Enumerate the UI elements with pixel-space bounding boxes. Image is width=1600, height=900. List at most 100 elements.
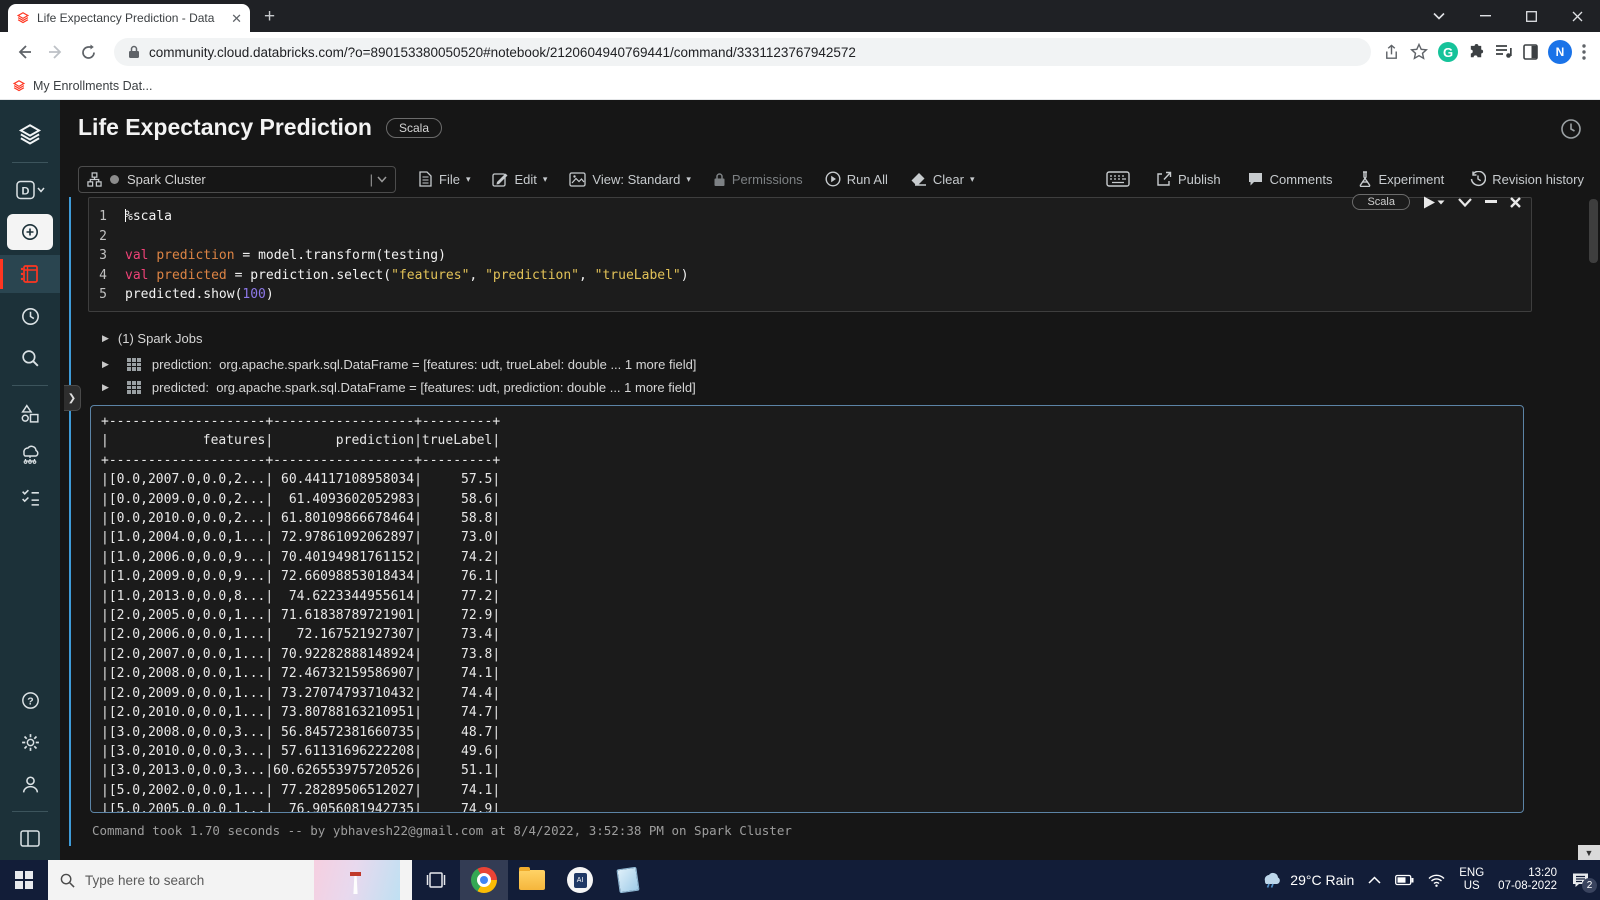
clear-menu[interactable]: Clear ▾	[910, 172, 975, 187]
taskbar-weather[interactable]: 29°C Rain	[1260, 871, 1354, 889]
playlist-extension-icon[interactable]	[1495, 44, 1513, 60]
https-lock-icon	[129, 45, 139, 58]
profile-avatar[interactable]: N	[1548, 40, 1572, 64]
extensions-puzzle-icon[interactable]	[1468, 43, 1485, 61]
cluster-dropdown[interactable]: |	[370, 172, 387, 187]
scrollbar-down-arrow[interactable]: ▼	[1578, 845, 1600, 860]
sidebar-item-create[interactable]	[0, 213, 60, 251]
experiment-flask-icon	[1360, 171, 1371, 187]
address-bar[interactable]: community.cloud.databricks.com/?o=890153…	[114, 38, 1371, 66]
notification-badge: 2	[1582, 877, 1597, 893]
schedule-clock-icon[interactable]	[1560, 118, 1582, 140]
cell-minimize-icon[interactable]	[1485, 200, 1497, 204]
taskbar-search-box[interactable]: Type here to search	[48, 860, 412, 900]
publish-button[interactable]: Publish	[1156, 171, 1221, 187]
run-all-button[interactable]: Run All	[825, 171, 888, 187]
notebook-main: Life Expectancy Prediction Scala Spark C…	[60, 100, 1600, 860]
bookmark-item[interactable]: My Enrollments Dat...	[33, 79, 152, 93]
browser-menu-kebab-icon[interactable]	[1582, 44, 1586, 60]
task-view-button[interactable]	[412, 860, 460, 900]
notebook-scrollbar[interactable]	[1587, 197, 1598, 860]
code-line[interactable]: 5 predicted.show(100)	[89, 285, 1531, 305]
sidebar-collapse-panel-icon[interactable]	[0, 820, 60, 858]
sidebar-item-search[interactable]	[0, 339, 60, 377]
reload-icon[interactable]	[74, 38, 102, 66]
code-line[interactable]: 2	[89, 227, 1531, 247]
bookmark-star-icon[interactable]	[1410, 43, 1428, 61]
forward-icon[interactable]	[42, 38, 70, 66]
close-button[interactable]	[1554, 0, 1600, 32]
cell-language-badge[interactable]: Scala	[1352, 194, 1410, 210]
cell-run-icon[interactable]	[1423, 196, 1445, 209]
minimize-button[interactable]	[1462, 0, 1508, 32]
sidebar-extension-icon[interactable]	[1523, 44, 1538, 60]
language-indicator[interactable]: ENG US	[1459, 867, 1484, 893]
file-menu[interactable]: File ▾	[418, 171, 470, 187]
sidebar-item-account[interactable]	[0, 765, 60, 803]
taskbar-notepad-icon[interactable]	[604, 860, 652, 900]
cluster-selector[interactable]: Spark Cluster |	[78, 165, 396, 193]
page-header: Life Expectancy Prediction Scala	[78, 114, 443, 141]
code-line[interactable]: 3 val prediction = model.transform(testin…	[89, 246, 1531, 266]
cluster-icon	[87, 171, 102, 187]
expander-triangle-icon: ▶	[102, 382, 109, 392]
sidebar-item-workflows[interactable]	[0, 478, 60, 516]
notebook-title[interactable]: Life Expectancy Prediction	[78, 114, 372, 141]
code-editor[interactable]: 1 %scala 2 3 val prediction = model.transfo…	[89, 207, 1531, 305]
cell-controls: Scala	[1352, 194, 1521, 210]
tray-wifi-icon[interactable]	[1428, 874, 1445, 887]
code-line[interactable]: 1 %scala	[89, 207, 1531, 227]
spark-jobs-expander[interactable]: ▶ (1) Spark Jobs	[102, 331, 202, 346]
browser-titlebar: Life Expectancy Prediction - Data ✕ +	[0, 0, 1600, 32]
tray-chevron-up-icon[interactable]	[1368, 876, 1381, 884]
databricks-logo-icon[interactable]	[0, 116, 60, 154]
edit-menu[interactable]: Edit ▾	[492, 171, 547, 187]
code-line[interactable]: 4 val predicted = prediction.select("feat…	[89, 266, 1531, 286]
clear-eraser-icon	[911, 173, 926, 186]
notebook-canvas: ❯ Scala 1 %scala 2 3 val prediction = model…	[60, 194, 1600, 860]
sidebar-item-workspace-switcher[interactable]: D	[0, 171, 60, 209]
result-output-box[interactable]: +--------------------+------------------…	[90, 405, 1524, 813]
tab-close-icon[interactable]: ✕	[231, 12, 242, 25]
browser-tab[interactable]: Life Expectancy Prediction - Data ✕	[8, 4, 250, 32]
taskbar-chrome-icon[interactable]	[460, 860, 508, 900]
revision-history-button[interactable]: Revision history	[1470, 171, 1584, 187]
cell-collapse-icon[interactable]	[1458, 197, 1472, 207]
sidebar-item-data[interactable]	[0, 394, 60, 432]
window-controls	[1416, 0, 1600, 32]
maximize-button[interactable]	[1508, 0, 1554, 32]
grammarly-extension-icon[interactable]: G	[1438, 42, 1458, 62]
notebook-toolbar: Spark Cluster | File ▾ Edit ▾ View: Standa…	[78, 164, 1584, 194]
tab-search-icon[interactable]	[1416, 0, 1462, 32]
share-icon[interactable]	[1383, 43, 1400, 61]
permissions-menu[interactable]: Permissions	[713, 172, 803, 187]
new-tab-button[interactable]: +	[264, 6, 275, 28]
taskbar-file-explorer-icon[interactable]	[508, 860, 556, 900]
tray-battery-icon[interactable]	[1395, 874, 1414, 886]
code-cell[interactable]: Scala 1 %scala 2 3 val prediction = model.t…	[88, 194, 1532, 312]
cell-close-icon[interactable]	[1510, 196, 1521, 208]
notebook-language-badge[interactable]: Scala	[385, 117, 443, 138]
panel-expand-button[interactable]: ❯	[64, 385, 81, 411]
dataframe-result-row[interactable]: ▶ predicted: org.apache.spark.sql.DataFr…	[102, 380, 696, 395]
taskbar-app-icon[interactable]: AI	[556, 860, 604, 900]
view-menu[interactable]: View: Standard ▾	[569, 172, 691, 187]
svg-text:D: D	[22, 186, 30, 198]
url-text: community.cloud.databricks.com/?o=890153…	[149, 44, 856, 60]
sidebar-item-recents[interactable]	[0, 297, 60, 335]
back-icon[interactable]	[10, 38, 38, 66]
clock-date[interactable]: 13:20 07-08-2022	[1498, 867, 1557, 893]
sidebar-item-help[interactable]: ?	[0, 681, 60, 719]
sidebar-item-compute[interactable]	[0, 436, 60, 474]
comments-button[interactable]: Comments	[1247, 171, 1332, 187]
action-center-button[interactable]: 2	[1571, 872, 1597, 893]
dataframe-result-row[interactable]: ▶ prediction: org.apache.spark.sql.DataF…	[102, 357, 696, 372]
expander-triangle-icon: ▶	[102, 333, 109, 343]
shortcuts-keyboard-icon[interactable]	[1106, 171, 1130, 187]
experiment-button[interactable]: Experiment	[1358, 171, 1444, 187]
sidebar-item-notebook-active[interactable]	[0, 255, 60, 293]
sidebar-item-settings[interactable]	[0, 723, 60, 761]
start-button[interactable]	[0, 860, 48, 900]
scrollbar-thumb[interactable]	[1589, 199, 1598, 263]
history-icon	[1470, 171, 1487, 187]
